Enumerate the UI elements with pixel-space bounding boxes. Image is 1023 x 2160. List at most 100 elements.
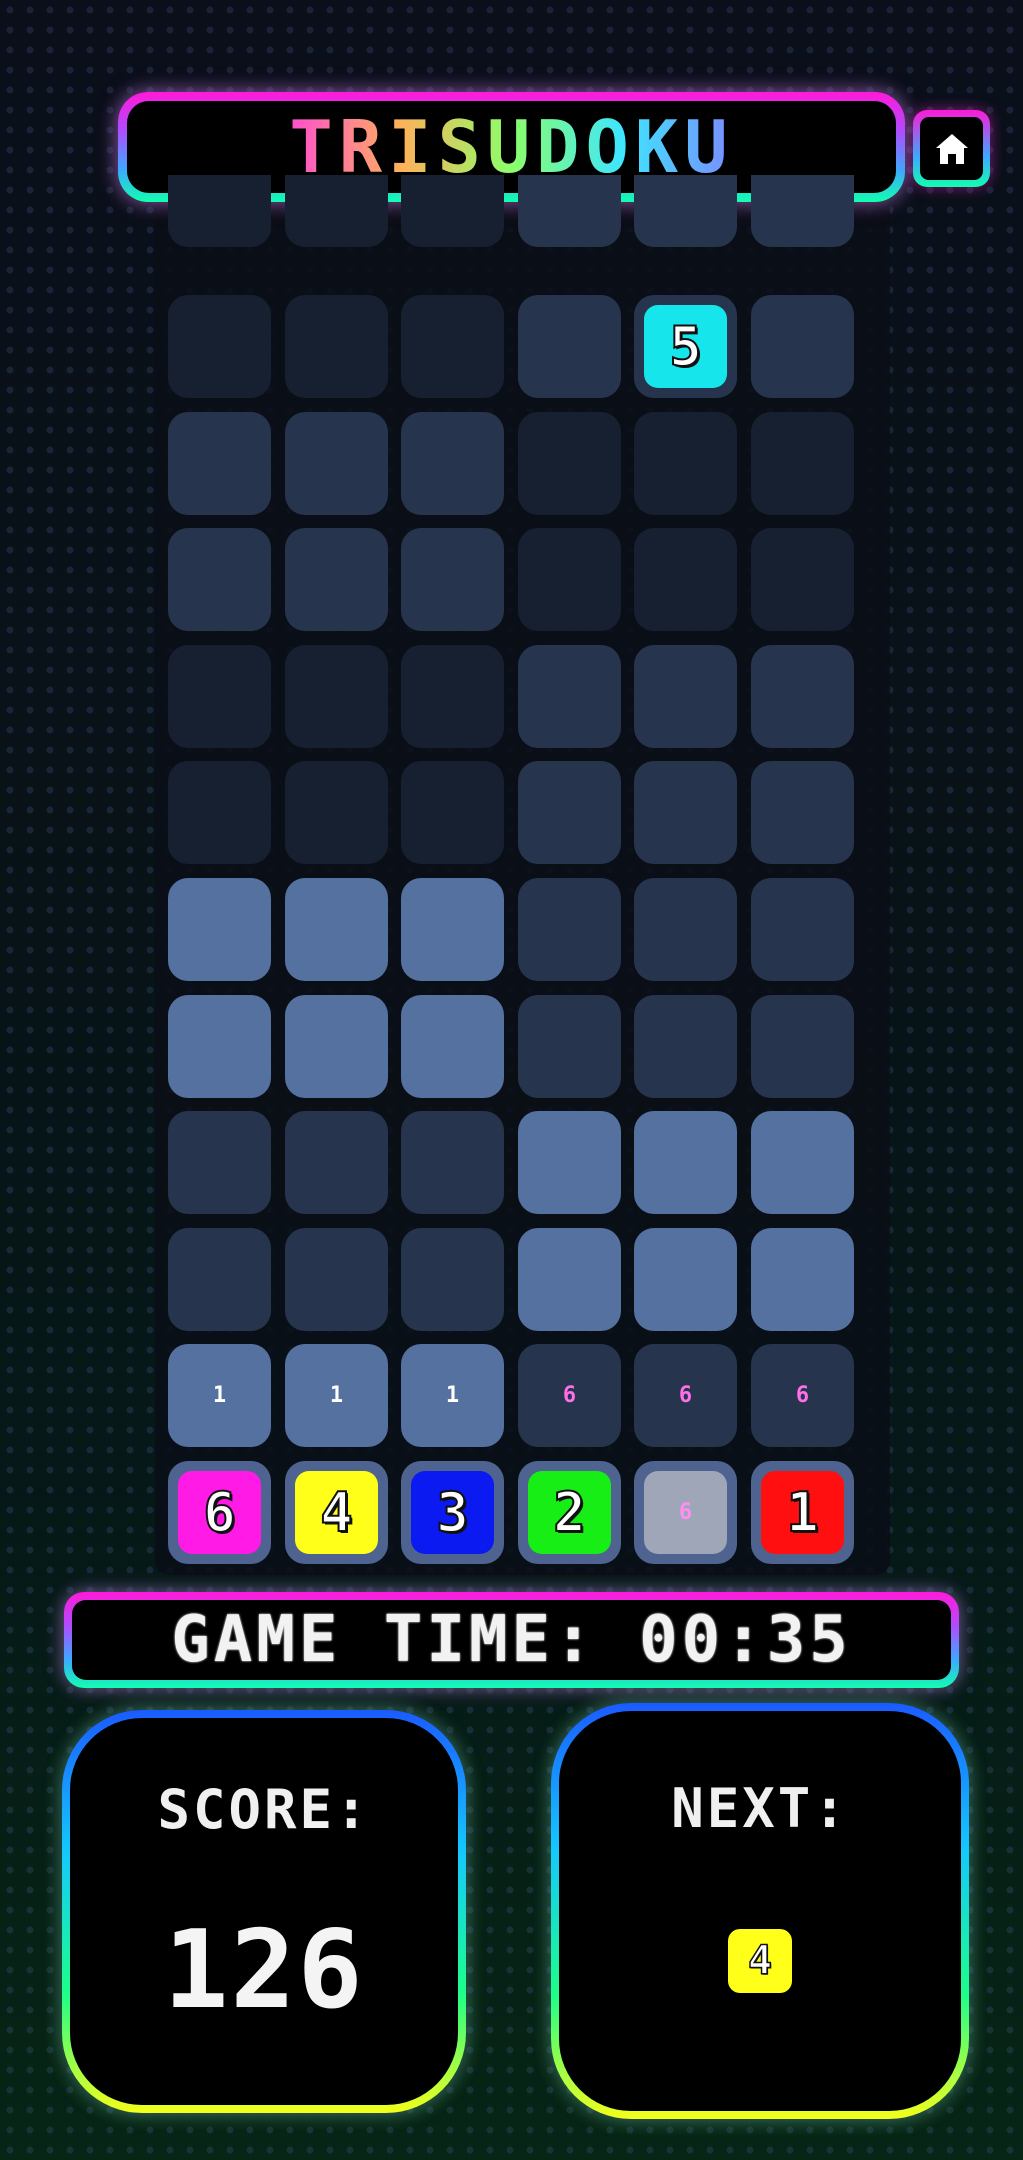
board-cell[interactable]: [285, 761, 388, 864]
board-cell[interactable]: [168, 295, 271, 398]
board-cell[interactable]: [168, 528, 271, 631]
board-cell[interactable]: [634, 878, 737, 981]
board-cell[interactable]: [518, 645, 621, 748]
game-time-label: GAME TIME: 00:35: [171, 1603, 852, 1677]
board-cell[interactable]: [168, 995, 271, 1098]
board-cell[interactable]: [634, 1228, 737, 1331]
game-time-inner: GAME TIME: 00:35: [72, 1600, 951, 1680]
board-cell[interactable]: [634, 995, 737, 1098]
board-cell[interactable]: [518, 1111, 621, 1214]
game-title: TRISUDOKU: [289, 105, 734, 189]
column-count-cell: 1: [168, 1344, 271, 1447]
board-cell[interactable]: [285, 645, 388, 748]
board-cell[interactable]: [401, 295, 504, 398]
board-cell[interactable]: [634, 412, 737, 515]
board-cell[interactable]: [518, 1228, 621, 1331]
board-cell[interactable]: [634, 175, 737, 247]
column-count-cell: 6: [751, 1344, 854, 1447]
board-cell[interactable]: [634, 1111, 737, 1214]
column-count-value: 6: [678, 1383, 693, 1408]
board-cell[interactable]: [285, 528, 388, 631]
home-button-inner[interactable]: [920, 117, 983, 180]
column-count-value: 1: [212, 1383, 227, 1408]
score-panel-inner: SCORE: 126: [70, 1718, 458, 2105]
board-cell[interactable]: [168, 1111, 271, 1214]
board-cell[interactable]: [285, 1228, 388, 1331]
board-cell[interactable]: [751, 878, 854, 981]
column-count-cell: 1: [401, 1344, 504, 1447]
board-cell[interactable]: [168, 761, 271, 864]
next-label: NEXT:: [671, 1777, 849, 1840]
next-panel: NEXT: 4: [551, 1703, 969, 2119]
board-cell[interactable]: [401, 528, 504, 631]
board-cell[interactable]: [518, 995, 621, 1098]
board-cell[interactable]: [168, 878, 271, 981]
board-cell[interactable]: [401, 995, 504, 1098]
board-cell[interactable]: [401, 175, 504, 247]
next-piece-tile: 4: [728, 1929, 792, 1993]
board-cell[interactable]: [401, 412, 504, 515]
home-button[interactable]: [913, 110, 990, 187]
board-cell[interactable]: [518, 878, 621, 981]
game-time-bar: GAME TIME: 00:35: [64, 1592, 959, 1688]
piece-slot[interactable]: 3: [401, 1461, 504, 1564]
board-cell[interactable]: [285, 878, 388, 981]
board-cell[interactable]: [285, 995, 388, 1098]
board-cell[interactable]: [518, 295, 621, 398]
board-cell[interactable]: [401, 1228, 504, 1331]
board-cell[interactable]: [634, 528, 737, 631]
piece-tile[interactable]: 3: [411, 1471, 494, 1554]
board-cell[interactable]: [751, 295, 854, 398]
board-cell[interactable]: [751, 175, 854, 247]
board-cell[interactable]: 5: [634, 295, 737, 398]
piece-tile[interactable]: 6: [178, 1471, 261, 1554]
board-cell[interactable]: [634, 761, 737, 864]
falling-piece-tile[interactable]: 5: [644, 305, 727, 388]
score-panel: SCORE: 126: [62, 1710, 466, 2113]
board-cell[interactable]: [634, 645, 737, 748]
column-count-value: 1: [329, 1383, 344, 1408]
board-cell[interactable]: [168, 1228, 271, 1331]
piece-slot[interactable]: 6: [168, 1461, 271, 1564]
piece-tile[interactable]: 6: [644, 1471, 727, 1554]
column-count-value: 6: [562, 1383, 577, 1408]
board-cell[interactable]: [751, 1228, 854, 1331]
board-cell[interactable]: [751, 645, 854, 748]
column-count-value: 1: [445, 1383, 460, 1408]
column-count-value: 6: [795, 1383, 810, 1408]
board-cell[interactable]: [518, 761, 621, 864]
board-cell[interactable]: [401, 761, 504, 864]
board-cell[interactable]: [168, 645, 271, 748]
board-cell[interactable]: [168, 175, 271, 247]
board-cell[interactable]: [168, 412, 271, 515]
piece-tile[interactable]: 1: [761, 1471, 844, 1554]
column-count-cell: 1: [285, 1344, 388, 1447]
home-icon: [935, 133, 968, 164]
board-cell[interactable]: [751, 528, 854, 631]
board-cell[interactable]: [285, 1111, 388, 1214]
score-value: 126: [163, 1908, 365, 2033]
piece-tile[interactable]: 2: [528, 1471, 611, 1554]
board-cell[interactable]: [285, 412, 388, 515]
board-cell[interactable]: [751, 995, 854, 1098]
board-cell[interactable]: [518, 175, 621, 247]
column-count-cell: 6: [518, 1344, 621, 1447]
board-cell[interactable]: [401, 645, 504, 748]
piece-tile[interactable]: 4: [295, 1471, 378, 1554]
board-cell[interactable]: [751, 761, 854, 864]
board-cell[interactable]: [751, 1111, 854, 1214]
board-cell[interactable]: [518, 528, 621, 631]
board-cell[interactable]: [401, 1111, 504, 1214]
board-cell[interactable]: [751, 412, 854, 515]
piece-slot[interactable]: 1: [751, 1461, 854, 1564]
next-panel-inner: NEXT: 4: [559, 1711, 961, 2111]
board-cell[interactable]: [285, 175, 388, 247]
piece-slot[interactable]: 6: [634, 1461, 737, 1564]
piece-slot[interactable]: 2: [518, 1461, 621, 1564]
board-cell[interactable]: [285, 295, 388, 398]
board-cell[interactable]: [518, 412, 621, 515]
score-label: SCORE:: [157, 1778, 371, 1841]
board-cell[interactable]: [401, 878, 504, 981]
piece-slot[interactable]: 4: [285, 1461, 388, 1564]
column-count-cell: 6: [634, 1344, 737, 1447]
